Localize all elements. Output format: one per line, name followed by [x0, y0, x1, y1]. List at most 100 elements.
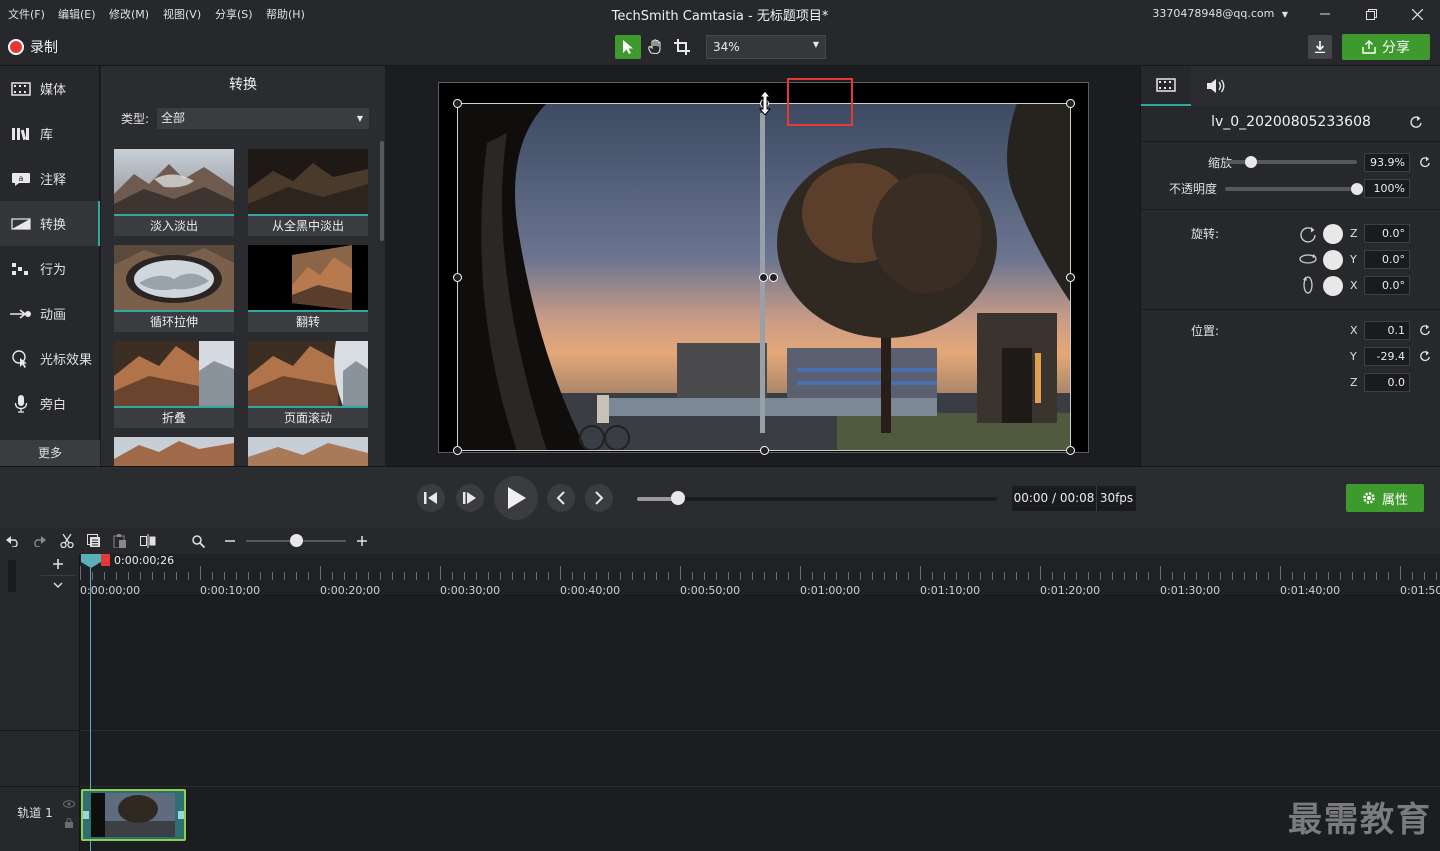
- reset-icon[interactable]: [1419, 156, 1431, 168]
- ruler-tick-label: 0:00:20;00: [320, 584, 381, 597]
- reset-icon[interactable]: [1419, 350, 1431, 362]
- menu-view[interactable]: 视图(V): [163, 6, 201, 22]
- properties-button[interactable]: 属性: [1346, 484, 1424, 512]
- rotate-y-dial[interactable]: [1323, 250, 1343, 270]
- nav-item-behaviors[interactable]: 行为: [0, 246, 100, 291]
- canvas-zoom-select[interactable]: 34% ▼: [706, 35, 826, 59]
- menu-file[interactable]: 文件(F): [8, 6, 45, 22]
- resize-handle-bottom-right[interactable]: [1066, 446, 1075, 455]
- position-x-input[interactable]: 0.1: [1364, 321, 1410, 340]
- rotate-x-dial[interactable]: [1323, 276, 1343, 296]
- center-handle[interactable]: [759, 273, 768, 282]
- cut-button[interactable]: [57, 532, 77, 550]
- panel-scrollbar[interactable]: [380, 141, 384, 241]
- record-button[interactable]: 录制: [8, 37, 58, 57]
- tab-visual-properties[interactable]: [1141, 66, 1191, 106]
- zoom-out-button[interactable]: [220, 532, 240, 550]
- step-forward-button[interactable]: [456, 484, 484, 512]
- split-icon: [140, 534, 156, 548]
- copy-button[interactable]: [84, 532, 104, 550]
- resize-handle-left[interactable]: [453, 273, 462, 282]
- chevron-down-icon: ▼: [356, 114, 363, 123]
- timeline-clip[interactable]: [81, 789, 186, 841]
- eye-icon[interactable]: [63, 800, 75, 808]
- reset-icon[interactable]: [1419, 324, 1431, 336]
- step-back-button[interactable]: [417, 484, 445, 512]
- restore-button[interactable]: [1348, 0, 1394, 28]
- scrub-handle[interactable]: [670, 491, 685, 505]
- menu-modify[interactable]: 修改(M): [109, 6, 149, 22]
- split-button[interactable]: [138, 532, 158, 550]
- nav-item-annotations[interactable]: a 注释: [0, 156, 100, 201]
- timeline-zoom-knob[interactable]: [290, 534, 303, 547]
- resize-handle-top-left[interactable]: [453, 99, 462, 108]
- previous-button[interactable]: [547, 484, 575, 512]
- rotation-handle[interactable]: [769, 273, 778, 282]
- expand-tracks-button[interactable]: [41, 575, 75, 593]
- menu-help[interactable]: 帮助(H): [266, 6, 305, 22]
- nav-item-library[interactable]: 库: [0, 111, 100, 156]
- transition-fold[interactable]: 折叠: [114, 341, 236, 431]
- nav-label: 光标效果: [40, 353, 93, 368]
- nav-item-cursor-effects[interactable]: 光标效果: [0, 336, 100, 381]
- canvas[interactable]: [438, 78, 1089, 455]
- tab-audio-properties[interactable]: [1191, 66, 1241, 106]
- share-button[interactable]: 分享: [1342, 34, 1430, 60]
- resize-handle-bottom[interactable]: [760, 446, 769, 455]
- transition-cube-rotate[interactable]: 循环拉伸: [114, 245, 236, 335]
- produce-download-button[interactable]: [1308, 35, 1332, 59]
- account-menu[interactable]: 3370478948@qq.com ▼: [1152, 7, 1288, 20]
- redo-button[interactable]: [29, 532, 49, 550]
- lock-icon[interactable]: [64, 818, 74, 828]
- transition-fade[interactable]: 淡入淡出: [114, 149, 236, 239]
- rotate-z-dial[interactable]: [1323, 224, 1343, 244]
- next-button[interactable]: [585, 484, 613, 512]
- resize-handle-top-right[interactable]: [1066, 99, 1075, 108]
- scrub-track[interactable]: [637, 497, 997, 501]
- scale-slider-knob[interactable]: [1245, 156, 1258, 168]
- minimize-button[interactable]: [1302, 0, 1348, 28]
- transition-thumbnail-partial[interactable]: [248, 437, 368, 466]
- opacity-slider[interactable]: [1225, 187, 1357, 191]
- position-z-input[interactable]: 0.0: [1364, 373, 1410, 392]
- microphone-icon: [10, 394, 32, 413]
- menu-share[interactable]: 分享(S): [215, 6, 253, 22]
- transition-flip[interactable]: 翻转: [248, 245, 370, 335]
- zoom-in-button[interactable]: [352, 532, 372, 550]
- more-button[interactable]: 更多: [0, 440, 100, 466]
- track-1-label[interactable]: 轨道 1: [0, 804, 70, 821]
- transition-page-roll[interactable]: 页面滚动: [248, 341, 370, 431]
- add-track-button[interactable]: [41, 554, 75, 574]
- ruler-tick-label: 0:00:40;00: [560, 584, 621, 597]
- rotation-y-input[interactable]: 0.0°: [1364, 250, 1410, 269]
- resize-handle-bottom-left[interactable]: [453, 446, 462, 455]
- rotation-z-input[interactable]: 0.0°: [1364, 224, 1410, 243]
- close-button[interactable]: [1394, 0, 1440, 28]
- magnetic-track-toggle[interactable]: [8, 560, 16, 592]
- menu-edit[interactable]: 编辑(E): [58, 6, 96, 22]
- paste-button[interactable]: [110, 532, 130, 550]
- resize-handle-right[interactable]: [1066, 273, 1075, 282]
- crop-tool-button[interactable]: [669, 35, 695, 59]
- reset-icon[interactable]: [1409, 115, 1423, 129]
- opacity-slider-knob[interactable]: [1351, 183, 1363, 195]
- playhead-out-marker[interactable]: [101, 554, 110, 566]
- rotation-x-input[interactable]: 0.0°: [1364, 276, 1410, 295]
- zoom-to-fit-button[interactable]: [188, 532, 208, 550]
- transition-thumbnail-partial[interactable]: [114, 437, 234, 466]
- position-y-input[interactable]: -29.4: [1364, 347, 1410, 366]
- nav-item-media[interactable]: 媒体: [0, 66, 100, 111]
- nav-item-transitions[interactable]: 转换: [0, 201, 100, 246]
- pan-tool-button[interactable]: [642, 35, 668, 59]
- play-button[interactable]: [494, 476, 538, 520]
- nav-item-animations[interactable]: 动画: [0, 291, 100, 336]
- scale-input[interactable]: 93.9%: [1364, 153, 1410, 172]
- select-tool-button[interactable]: [615, 35, 641, 59]
- nav-item-voice-narration[interactable]: 旁白: [0, 381, 100, 426]
- transition-fade-from-black[interactable]: 从全黑中淡出: [248, 149, 370, 239]
- opacity-input[interactable]: 100%: [1364, 179, 1410, 198]
- type-filter-select[interactable]: 全部 ▼: [157, 108, 369, 129]
- time-ruler[interactable]: 0:00:00;00 0:00:10;00 0:00:20;00 0:00:30;00…: [80, 554, 1440, 597]
- undo-button[interactable]: [3, 532, 23, 550]
- playhead-handle[interactable]: [81, 554, 101, 568]
